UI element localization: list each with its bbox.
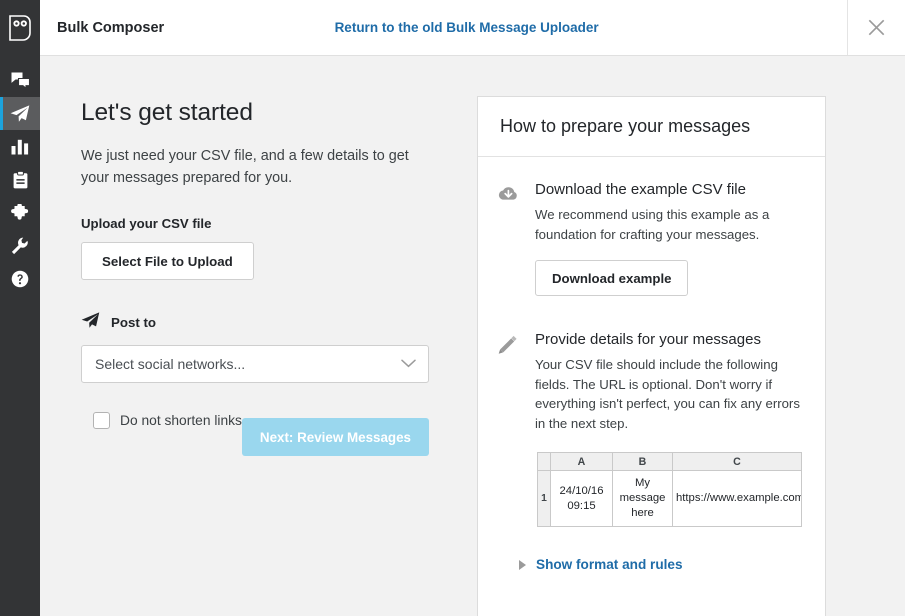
step-download-example: Download the example CSV file We recomme… bbox=[497, 181, 805, 296]
paper-plane-icon bbox=[10, 105, 30, 122]
how-to-card-header: How to prepare your messages bbox=[478, 97, 825, 157]
return-to-old-uploader-link[interactable]: Return to the old Bulk Message Uploader bbox=[335, 20, 599, 35]
chevron-down-icon bbox=[401, 355, 416, 373]
step-details-body: Provide details for your messages Your C… bbox=[535, 331, 805, 527]
content-area: Let's get started We just need your CSV … bbox=[40, 56, 905, 616]
column-header-c: C bbox=[673, 453, 802, 471]
example-csv-table: A B C 1 24/10/16 09:15 My message here h… bbox=[537, 452, 802, 527]
get-started-subtitle: We just need your CSV file, and a few de… bbox=[81, 146, 431, 189]
next-review-messages-button[interactable]: Next: Review Messages bbox=[242, 418, 429, 456]
form-actions-row: Do not shorten links Next: Review Messag… bbox=[81, 408, 429, 466]
cell-date: 24/10/16 09:15 bbox=[551, 471, 613, 527]
wrench-icon bbox=[11, 237, 29, 255]
show-format-and-rules-label: Show format and rules bbox=[536, 557, 683, 572]
cell-url: https://www.example.com bbox=[673, 471, 802, 527]
bulk-composer-app: Bulk Composer Return to the old Bulk Mes… bbox=[0, 0, 905, 616]
upload-csv-label: Upload your CSV file bbox=[81, 216, 477, 231]
how-to-card-title: How to prepare your messages bbox=[500, 116, 750, 137]
select-file-to-upload-button[interactable]: Select File to Upload bbox=[81, 242, 254, 280]
row-number: 1 bbox=[538, 471, 551, 527]
download-example-button[interactable]: Download example bbox=[535, 260, 688, 296]
post-to-row: Post to bbox=[81, 312, 477, 333]
sidebar-item-streams[interactable] bbox=[0, 64, 40, 97]
puzzle-piece-icon bbox=[11, 204, 29, 222]
header-link-wrap: Return to the old Bulk Message Uploader bbox=[164, 0, 847, 55]
chat-bubbles-icon bbox=[11, 72, 30, 89]
do-not-shorten-links-checkbox[interactable] bbox=[93, 412, 110, 429]
app-header: Bulk Composer Return to the old Bulk Mes… bbox=[40, 0, 905, 56]
how-to-prepare-card: How to prepare your messages bbox=[477, 96, 826, 616]
do-not-shorten-links-label: Do not shorten links bbox=[120, 413, 242, 428]
social-networks-select-value: Select social networks... bbox=[95, 356, 401, 372]
sidebar-item-analytics[interactable] bbox=[0, 130, 40, 163]
sidebar-item-help[interactable] bbox=[0, 262, 40, 295]
table-row: 1 24/10/16 09:15 My message here https:/… bbox=[538, 471, 802, 527]
close-button[interactable] bbox=[847, 0, 905, 55]
step-provide-details: Provide details for your messages Your C… bbox=[497, 331, 805, 527]
cell-message: My message here bbox=[613, 471, 673, 527]
column-header-a: A bbox=[551, 453, 613, 471]
app-sidebar bbox=[0, 0, 40, 616]
get-started-form: Let's get started We just need your CSV … bbox=[40, 56, 477, 616]
page-title: Bulk Composer bbox=[40, 0, 164, 55]
step-download-text: We recommend using this example as a fou… bbox=[535, 205, 805, 244]
column-header-b: B bbox=[613, 453, 673, 471]
bar-chart-icon bbox=[11, 139, 29, 155]
show-format-and-rules-toggle[interactable]: Show format and rules bbox=[497, 557, 805, 572]
question-circle-icon bbox=[11, 270, 29, 288]
close-x-icon bbox=[868, 19, 885, 36]
get-started-heading: Let's get started bbox=[81, 100, 477, 127]
sidebar-item-tools[interactable] bbox=[0, 229, 40, 262]
do-not-shorten-links-row[interactable]: Do not shorten links bbox=[81, 408, 242, 429]
sidebar-item-app-directory[interactable] bbox=[0, 196, 40, 229]
how-to-card-body: Download the example CSV file We recomme… bbox=[478, 157, 825, 572]
step-details-title: Provide details for your messages bbox=[535, 331, 805, 349]
triangle-right-icon bbox=[519, 560, 526, 570]
social-networks-select[interactable]: Select social networks... bbox=[81, 345, 429, 383]
sidebar-item-assignments[interactable] bbox=[0, 163, 40, 196]
cloud-download-icon bbox=[497, 181, 535, 203]
pencil-icon bbox=[497, 331, 535, 354]
paper-plane-icon bbox=[81, 312, 100, 333]
step-download-title: Download the example CSV file bbox=[535, 181, 805, 199]
main-pane: Bulk Composer Return to the old Bulk Mes… bbox=[40, 0, 905, 616]
post-to-label: Post to bbox=[111, 315, 156, 330]
how-to-column: How to prepare your messages bbox=[477, 56, 905, 616]
sheet-corner-cell bbox=[538, 453, 551, 471]
step-download-body: Download the example CSV file We recomme… bbox=[535, 181, 805, 296]
clipboard-icon bbox=[13, 171, 28, 189]
step-details-text: Your CSV file should include the followi… bbox=[535, 355, 805, 433]
hootsuite-owl-logo[interactable] bbox=[0, 0, 40, 56]
sidebar-item-publisher[interactable] bbox=[0, 97, 40, 130]
table-header-row: A B C bbox=[538, 453, 802, 471]
